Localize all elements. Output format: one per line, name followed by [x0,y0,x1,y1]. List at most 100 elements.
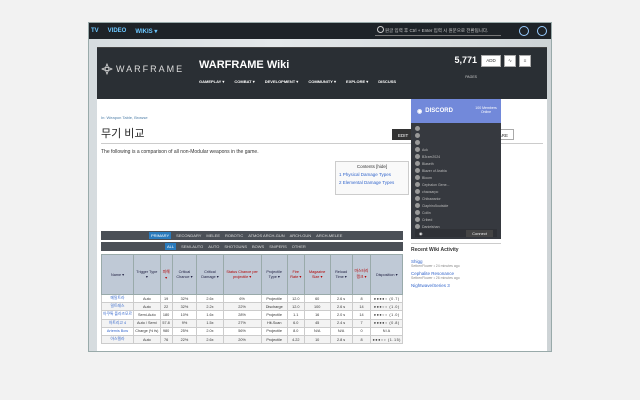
breadcrumb[interactable]: In: Weapon Table, Browse [101,115,148,120]
table-cell: 12.0 [286,293,305,304]
nav-explore[interactable]: EXPLORE ▾ [346,79,368,84]
column-header[interactable]: Magazine Size ▾ [303,254,331,295]
menu-icon[interactable]: ≡ [519,55,531,67]
column-header[interactable]: 피해 ▾ [159,254,173,295]
discord-user[interactable]: Cribed [415,216,497,223]
discord-user-name: Bloom [422,175,432,180]
top-nav: TV VIDEO WIKIS ▾ [91,28,157,35]
table-cell: N/A [329,326,353,336]
tab-atmos-arch-gun[interactable]: ATMOS ARCH-GUN [248,233,284,238]
warframe-logo[interactable]: WARFRAME [100,60,188,78]
table-header-row: Name ▾ Trigger Type ▾ 피해 ▾ Critical Chance … [101,254,403,295]
column-header[interactable]: Projectile Type ▾ [260,254,288,295]
weapon-name-link[interactable]: 아쿠톡 플라즈모르 [101,310,134,320]
weapon-name-link[interactable]: Artemis Bow [101,326,134,336]
column-header[interactable]: Critical Damage ▾ [196,254,224,295]
tab-secondary[interactable]: SECONDARY [176,233,201,238]
discord-user[interactable]: B3rzer2024 [415,153,497,160]
table-cell: 8 [351,334,372,345]
add-button[interactable]: ADD [481,55,501,67]
tab-snipers[interactable]: SNIPERS [269,244,287,249]
discord-user[interactable]: Chibawarior [415,195,497,202]
discord-user[interactable]: chaosarpo [415,188,497,195]
toc-item[interactable]: 2 Elemental Damage Types [339,180,405,185]
activity-icon[interactable]: ∿ [504,55,516,67]
discord-user[interactable] [415,139,497,146]
table-cell: Auto / Semi [133,318,161,328]
column-header[interactable]: Status Chance per projectile ▾ [222,254,262,295]
search-input[interactable]: 원글 입력 후 Ctrl + Enter 입력 시 원문으로 전환됩니다. [375,26,501,36]
activity-item[interactable]: Shigg SetbenFlower • 24 minutes ago [411,259,501,268]
tab-semi-auto[interactable]: SEMI-AUTO [181,244,203,249]
table-cell: 180 [159,310,173,320]
browser-screen: TV VIDEO WIKIS ▾ 원글 입력 후 Ctrl + Enter 입력… [88,22,552,352]
notification-icon[interactable] [519,26,529,36]
discord-user[interactable]: Ack [415,146,497,153]
table-cell: Projectile [260,310,288,320]
column-header[interactable]: Disposition ▾ [370,254,403,295]
discord-user-name: Blazer of Arabia [422,168,447,173]
tab-auto[interactable]: AUTO [208,244,219,249]
discord-widget: ◉ DISCORD 100 Members Online Ack B3rzer20… [411,99,501,239]
table-cell: 4.22 [286,334,305,345]
weapon-name-link[interactable]: 밀트레스 [101,302,134,312]
discord-user[interactable]: Collin [415,209,497,216]
activity-item-name[interactable]: Nightwave/Series 3 [411,283,450,288]
tab-arch-gun[interactable]: ARCH-GUN [290,233,312,238]
discord-user[interactable]: Cephalon Gene... [415,181,497,188]
activity-title: Recent Wiki Activity [411,243,501,256]
nav-development[interactable]: DEVELOPMENT ▾ [265,79,299,84]
tab-all[interactable]: ALL [165,243,177,250]
tab-melee[interactable]: MELEE [206,233,220,238]
nav-community[interactable]: COMMUNITY ▾ [308,79,336,84]
tab-arch-melee[interactable]: ARCH-MELEE [316,233,342,238]
table-cell: 14 [351,302,372,312]
toc-item[interactable]: 1 Physical Damage Types [339,172,405,177]
discord-user[interactable]: Bloom [415,174,497,181]
nav-discuss[interactable]: DISCUSS [378,79,396,84]
tab-primary[interactable]: PRIMARY [149,232,172,239]
discord-user[interactable]: Blaseth [415,160,497,167]
table-cell: 20% [222,334,262,345]
discord-user[interactable]: Ciaphiro5outside [415,202,497,209]
column-header[interactable]: Trigger Type ▾ [133,254,161,295]
nav-wikis[interactable]: WIKIS ▾ [135,28,157,35]
user-icon[interactable] [537,26,547,36]
nav-tv[interactable]: TV [91,28,99,35]
activity-item-meta: SetbenFlower • 26 minutes ago [411,276,460,280]
nav-video[interactable]: VIDEO [108,28,127,35]
wiki-title[interactable]: WARFRAME Wiki [199,59,289,71]
weapon-name-link[interactable]: 아트리고 4 [101,318,134,328]
column-header[interactable]: 마스터리 랭크 ▾ [351,254,372,295]
column-header[interactable]: Critical Chance ▾ [171,254,198,295]
avatar [415,126,420,131]
tab-bows[interactable]: BOWS [252,244,264,249]
weapon-name-link[interactable]: 아스텔라 [101,334,134,345]
table-cell: N/A [370,326,403,336]
weapon-name-link[interactable]: 메탈트라 [101,293,134,304]
discord-user[interactable] [415,125,497,132]
activity-item[interactable]: Nightwave/Series 3 [411,283,501,288]
activity-item[interactable]: Cephalite Resonance SetbenFlower • 26 min… [411,271,501,280]
table-cell: 22% [222,302,262,312]
tab-robotic[interactable]: ROBOTIC [225,233,243,238]
table-cell: Charge (½ fs) [133,326,161,336]
discord-user[interactable] [415,132,497,139]
tab-shotguns[interactable]: SHOTGUNS [224,244,247,249]
discord-user[interactable]: Blazer of Arabia [415,167,497,174]
table-cell: 22% [171,334,198,345]
weapon-comparison-table: Name ▾ Trigger Type ▾ 피해 ▾ Critical Chance … [101,254,403,345]
column-header[interactable]: Name ▾ [101,254,134,295]
nav-combat[interactable]: COMBAT ▾ [234,79,254,84]
tab-other[interactable]: OTHER [292,244,306,249]
table-cell: 8 [351,293,372,304]
weapon-subtype-tabs: ALL SEMI-AUTO AUTO SHOTGUNS BOWS SNIPERS… [101,242,403,251]
page-title: 무기 비교 [101,128,145,140]
nav-gameplay[interactable]: GAMEPLAY ▾ [199,79,224,84]
discord-user-name: chaosarpo [422,189,439,194]
toc-title[interactable]: Contents [hide] [339,164,405,169]
column-header[interactable]: Reload Time ▾ [329,254,353,295]
column-header[interactable]: Fire Rate ▾ [286,254,305,295]
connect-button[interactable]: Connect [466,229,493,237]
discord-user-name: Cribed [422,217,433,222]
